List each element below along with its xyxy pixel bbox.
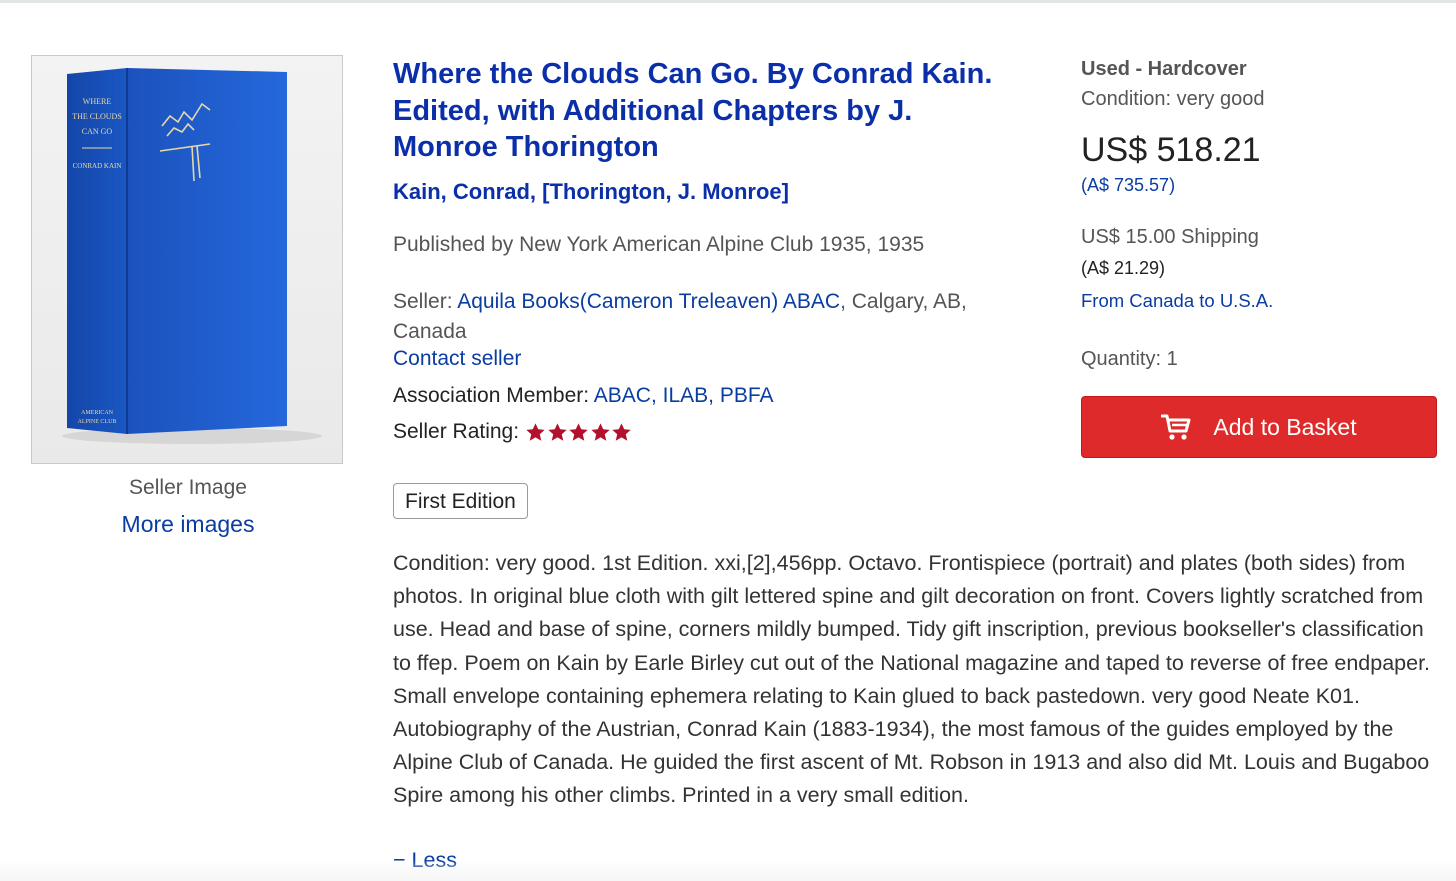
spine-author: CONRAD KAIN <box>73 162 122 170</box>
spine-title-3: CAN GO <box>82 127 113 136</box>
star-icon <box>590 422 610 441</box>
shipping-route-link[interactable]: From Canada to U.S.A. <box>1081 290 1273 312</box>
binding-type: Used - Hardcover <box>1081 58 1247 80</box>
rating-stars[interactable] <box>525 422 633 443</box>
book-image[interactable]: WHERE THE CLOUDS CAN GO CONRAD KAIN AMER… <box>31 55 343 464</box>
more-images-link[interactable]: More images <box>31 511 345 538</box>
spine-publisher-2: ALPINE CLUB <box>78 419 117 425</box>
top-divider <box>0 0 1456 3</box>
association-ilab-link[interactable]: ILAB, <box>663 384 714 407</box>
seller-name-link[interactable]: Aquila Books(Cameron Treleaven) ABAC <box>457 290 840 313</box>
item-condition: Condition: very good <box>1081 88 1265 110</box>
seller-info: Seller: Aquila Books(Cameron Treleaven) … <box>393 287 1013 347</box>
star-icon <box>526 422 545 441</box>
book-author[interactable]: Kain, Conrad, [Thorington, J. Monroe] <box>393 179 789 205</box>
bottom-fade <box>0 860 1456 881</box>
association-member: Association Member: ABAC, ILAB, PBFA <box>393 384 774 408</box>
association-label: Association Member: <box>393 384 594 407</box>
show-less-link[interactable]: − Less <box>393 848 457 873</box>
star-icon <box>547 422 567 441</box>
book-description: Condition: very good. 1st Edition. xxi,[… <box>393 551 1431 808</box>
add-to-basket-button[interactable]: Add to Basket <box>1081 396 1437 458</box>
spine-publisher-1: AMERICAN <box>81 410 114 416</box>
seller-rating-label: Seller Rating: <box>393 420 520 443</box>
spine-title-1: WHERE <box>83 97 112 106</box>
association-abac-link[interactable]: ABAC, <box>594 384 657 407</box>
price-converted[interactable]: (A$ 735.57) <box>1081 175 1175 196</box>
star-icon <box>612 422 631 441</box>
spine-title-2: THE CLOUDS <box>72 112 122 121</box>
book-illustration: WHERE THE CLOUDS CAN GO CONRAD KAIN AMER… <box>62 68 322 444</box>
shipping-converted: (A$ 21.29) <box>1081 258 1166 278</box>
seller-image-label: Seller Image <box>129 476 247 499</box>
shipping-cost: US$ 15.00 Shipping <box>1081 226 1259 248</box>
first-edition-badge: First Edition <box>393 483 528 519</box>
star-icon <box>569 422 588 441</box>
quantity: Quantity: 1 <box>1081 348 1178 370</box>
association-pbfa-link[interactable]: PBFA <box>720 384 774 407</box>
publisher-info: Published by New York American Alpine Cl… <box>393 233 925 256</box>
cart-icon <box>1161 414 1191 440</box>
seller-label: Seller: <box>393 290 458 313</box>
add-to-basket-label: Add to Basket <box>1213 413 1357 440</box>
book-title[interactable]: Where the Clouds Can Go. By Conrad Kain.… <box>393 56 1013 166</box>
contact-seller-link[interactable]: Contact seller <box>393 347 521 371</box>
price: US$ 518.21 <box>1081 131 1261 169</box>
seller-rating: Seller Rating: <box>393 420 633 444</box>
